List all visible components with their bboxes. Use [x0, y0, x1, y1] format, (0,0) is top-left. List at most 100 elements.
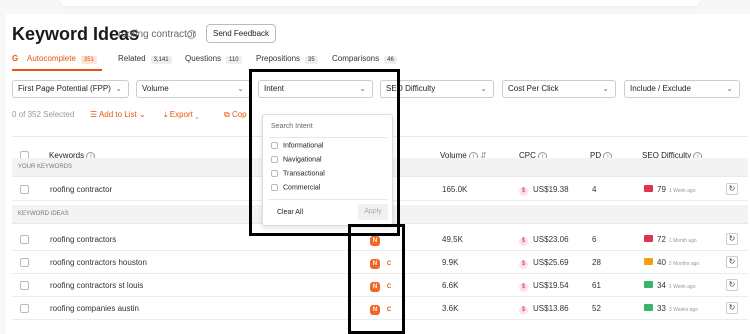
- tab-count: 351: [80, 56, 97, 64]
- cpc-filter[interactable]: Cost Per Click ⌄: [502, 80, 616, 98]
- include-exclude-filter[interactable]: Include / Exclude ⌄: [624, 80, 740, 98]
- highlight-box-intent-column: [348, 224, 405, 334]
- chevron-down-icon: ⌄: [237, 84, 244, 93]
- chevron-down-icon: ⌄: [480, 84, 487, 93]
- seo-updated: 3 Weeks ago: [668, 307, 698, 313]
- cpc-value: US$13.86: [533, 304, 569, 313]
- keyword-cell[interactable]: roofing companies austin: [50, 304, 139, 313]
- pd-cell: 61: [592, 281, 601, 290]
- pd-cell: 6: [592, 235, 597, 244]
- volume-cell: 9.9K: [442, 258, 459, 267]
- tab-label: Questions: [185, 54, 222, 63]
- refresh-icon[interactable]: ↻: [726, 183, 738, 195]
- difficulty-bar-icon: [644, 235, 653, 242]
- top-card: [60, 0, 700, 6]
- send-feedback-button[interactable]: Send Feedback: [206, 24, 277, 43]
- seo-value: 72: [657, 235, 666, 244]
- copy-label: Cop: [231, 110, 247, 119]
- seo-updated: 1 Month ago: [668, 238, 697, 244]
- dollar-icon: $: [519, 260, 528, 269]
- volume-cell: 6.6K: [442, 281, 459, 290]
- refresh-icon[interactable]: ↻: [726, 256, 738, 268]
- row-checkbox[interactable]: [20, 258, 29, 267]
- pd-cell: 4: [592, 185, 597, 194]
- cpc-cell: $ US$19.54: [519, 281, 569, 292]
- dollar-icon: $: [519, 237, 528, 246]
- list-add-icon: ☰: [90, 110, 98, 119]
- row-checkbox[interactable]: [20, 304, 29, 313]
- seo-updated: 2 Months ago: [668, 261, 700, 267]
- difficulty-bar-icon: [644, 258, 653, 265]
- tab-label: Comparisons: [332, 54, 380, 63]
- selected-count: 0 of 352 Selected: [12, 110, 75, 119]
- tab-count: 3,141: [150, 56, 172, 64]
- seo-value: 34: [657, 281, 666, 290]
- filter-label: Volume: [142, 84, 169, 93]
- row-checkbox[interactable]: [20, 235, 29, 244]
- cpc-cell: $ US$13.86: [519, 304, 569, 315]
- keyword-cell[interactable]: roofing contractors st louis: [50, 281, 143, 290]
- chevron-down-icon: ⌄: [139, 110, 146, 119]
- chevron-down-icon: ⌄: [195, 110, 199, 119]
- pd-cell: 28: [592, 258, 601, 267]
- seo-value: 79: [657, 185, 666, 194]
- add-to-list-label: Add to List: [98, 110, 137, 119]
- volume-cell: 49.5K: [442, 235, 463, 244]
- add-to-list-button[interactable]: ☰ Add to List ⌄: [90, 110, 146, 119]
- seo-cell: 40 2 Months ago: [644, 258, 699, 267]
- refresh-icon[interactable]: ↻: [726, 279, 738, 291]
- refresh-icon[interactable]: ↻: [726, 302, 738, 314]
- cpc-cell: $ US$25.69: [519, 258, 569, 269]
- tab-comparisons[interactable]: Comparisons 46: [332, 54, 397, 64]
- tab-label: Prepositions: [256, 54, 301, 63]
- filter-label: Cost Per Click: [508, 84, 559, 93]
- keyword-cell[interactable]: roofing contractors: [50, 235, 116, 244]
- copy-button[interactable]: ⧉ Cop: [224, 110, 247, 120]
- refresh-icon[interactable]: ↻: [726, 233, 738, 245]
- seo-cell: 72 1 Month ago: [644, 235, 697, 244]
- filter-label: Include / Exclude: [630, 84, 691, 93]
- tab-count: 46: [384, 56, 397, 64]
- tab-label: Related: [118, 54, 146, 63]
- cpc-value: US$19.54: [533, 281, 569, 290]
- tab-autocomplete[interactable]: G Autocomplete 351: [12, 54, 97, 64]
- pd-cell: 52: [592, 304, 601, 313]
- keyword-cell[interactable]: roofing contractors houston: [50, 258, 147, 267]
- dollar-icon: $: [519, 283, 528, 292]
- page-subtitle: roofing contractor: [118, 29, 196, 40]
- highlight-box-intent-dropdown: [249, 69, 400, 236]
- seo-updated: 1 Week ago: [668, 284, 696, 290]
- google-icon: G: [12, 54, 19, 63]
- export-button[interactable]: ⤓ Export ⌄: [164, 110, 199, 120]
- chevron-down-icon: ⌄: [602, 84, 609, 93]
- cpc-value: US$25.69: [533, 258, 569, 267]
- export-label: Export: [169, 110, 193, 119]
- seo-cell: 33 3 Weeks ago: [644, 304, 698, 313]
- seo-value: 33: [657, 304, 666, 313]
- row-checkbox[interactable]: [20, 185, 29, 194]
- cpc-value: US$19.38: [533, 185, 569, 194]
- cpc-cell: $ US$23.06: [519, 235, 569, 246]
- tab-count: 35: [305, 56, 318, 64]
- seo-cell: 34 1 Week ago: [644, 281, 696, 290]
- dollar-icon: $: [519, 306, 528, 315]
- keyword-cell[interactable]: roofing contractor: [50, 185, 112, 194]
- download-icon: ⤓: [164, 110, 168, 119]
- seo-cell: 79 1 Week ago: [644, 185, 696, 194]
- volume-filter[interactable]: Volume ⌄: [136, 80, 251, 98]
- difficulty-bar-icon: [644, 185, 653, 192]
- active-tab-indicator: [12, 69, 102, 71]
- tab-questions[interactable]: Questions 110: [185, 54, 242, 64]
- tab-related[interactable]: Related 3,141: [118, 54, 172, 64]
- keyword-ideas-panel: Keyword Ideas roofing contractor i Send …: [6, 14, 750, 334]
- copy-icon: ⧉: [224, 110, 230, 119]
- chevron-down-icon: ⌄: [726, 84, 733, 93]
- cpc-cell: $ US$19.38: [519, 185, 569, 196]
- tab-prepositions[interactable]: Prepositions 35: [256, 54, 318, 64]
- seo-value: 40: [657, 258, 666, 267]
- row-checkbox[interactable]: [20, 281, 29, 290]
- info-icon[interactable]: i: [187, 30, 196, 39]
- chevron-down-icon: ⌄: [115, 84, 122, 93]
- difficulty-bar-icon: [644, 281, 653, 288]
- fpp-filter[interactable]: First Page Potential (FPP) ⌄: [12, 80, 129, 98]
